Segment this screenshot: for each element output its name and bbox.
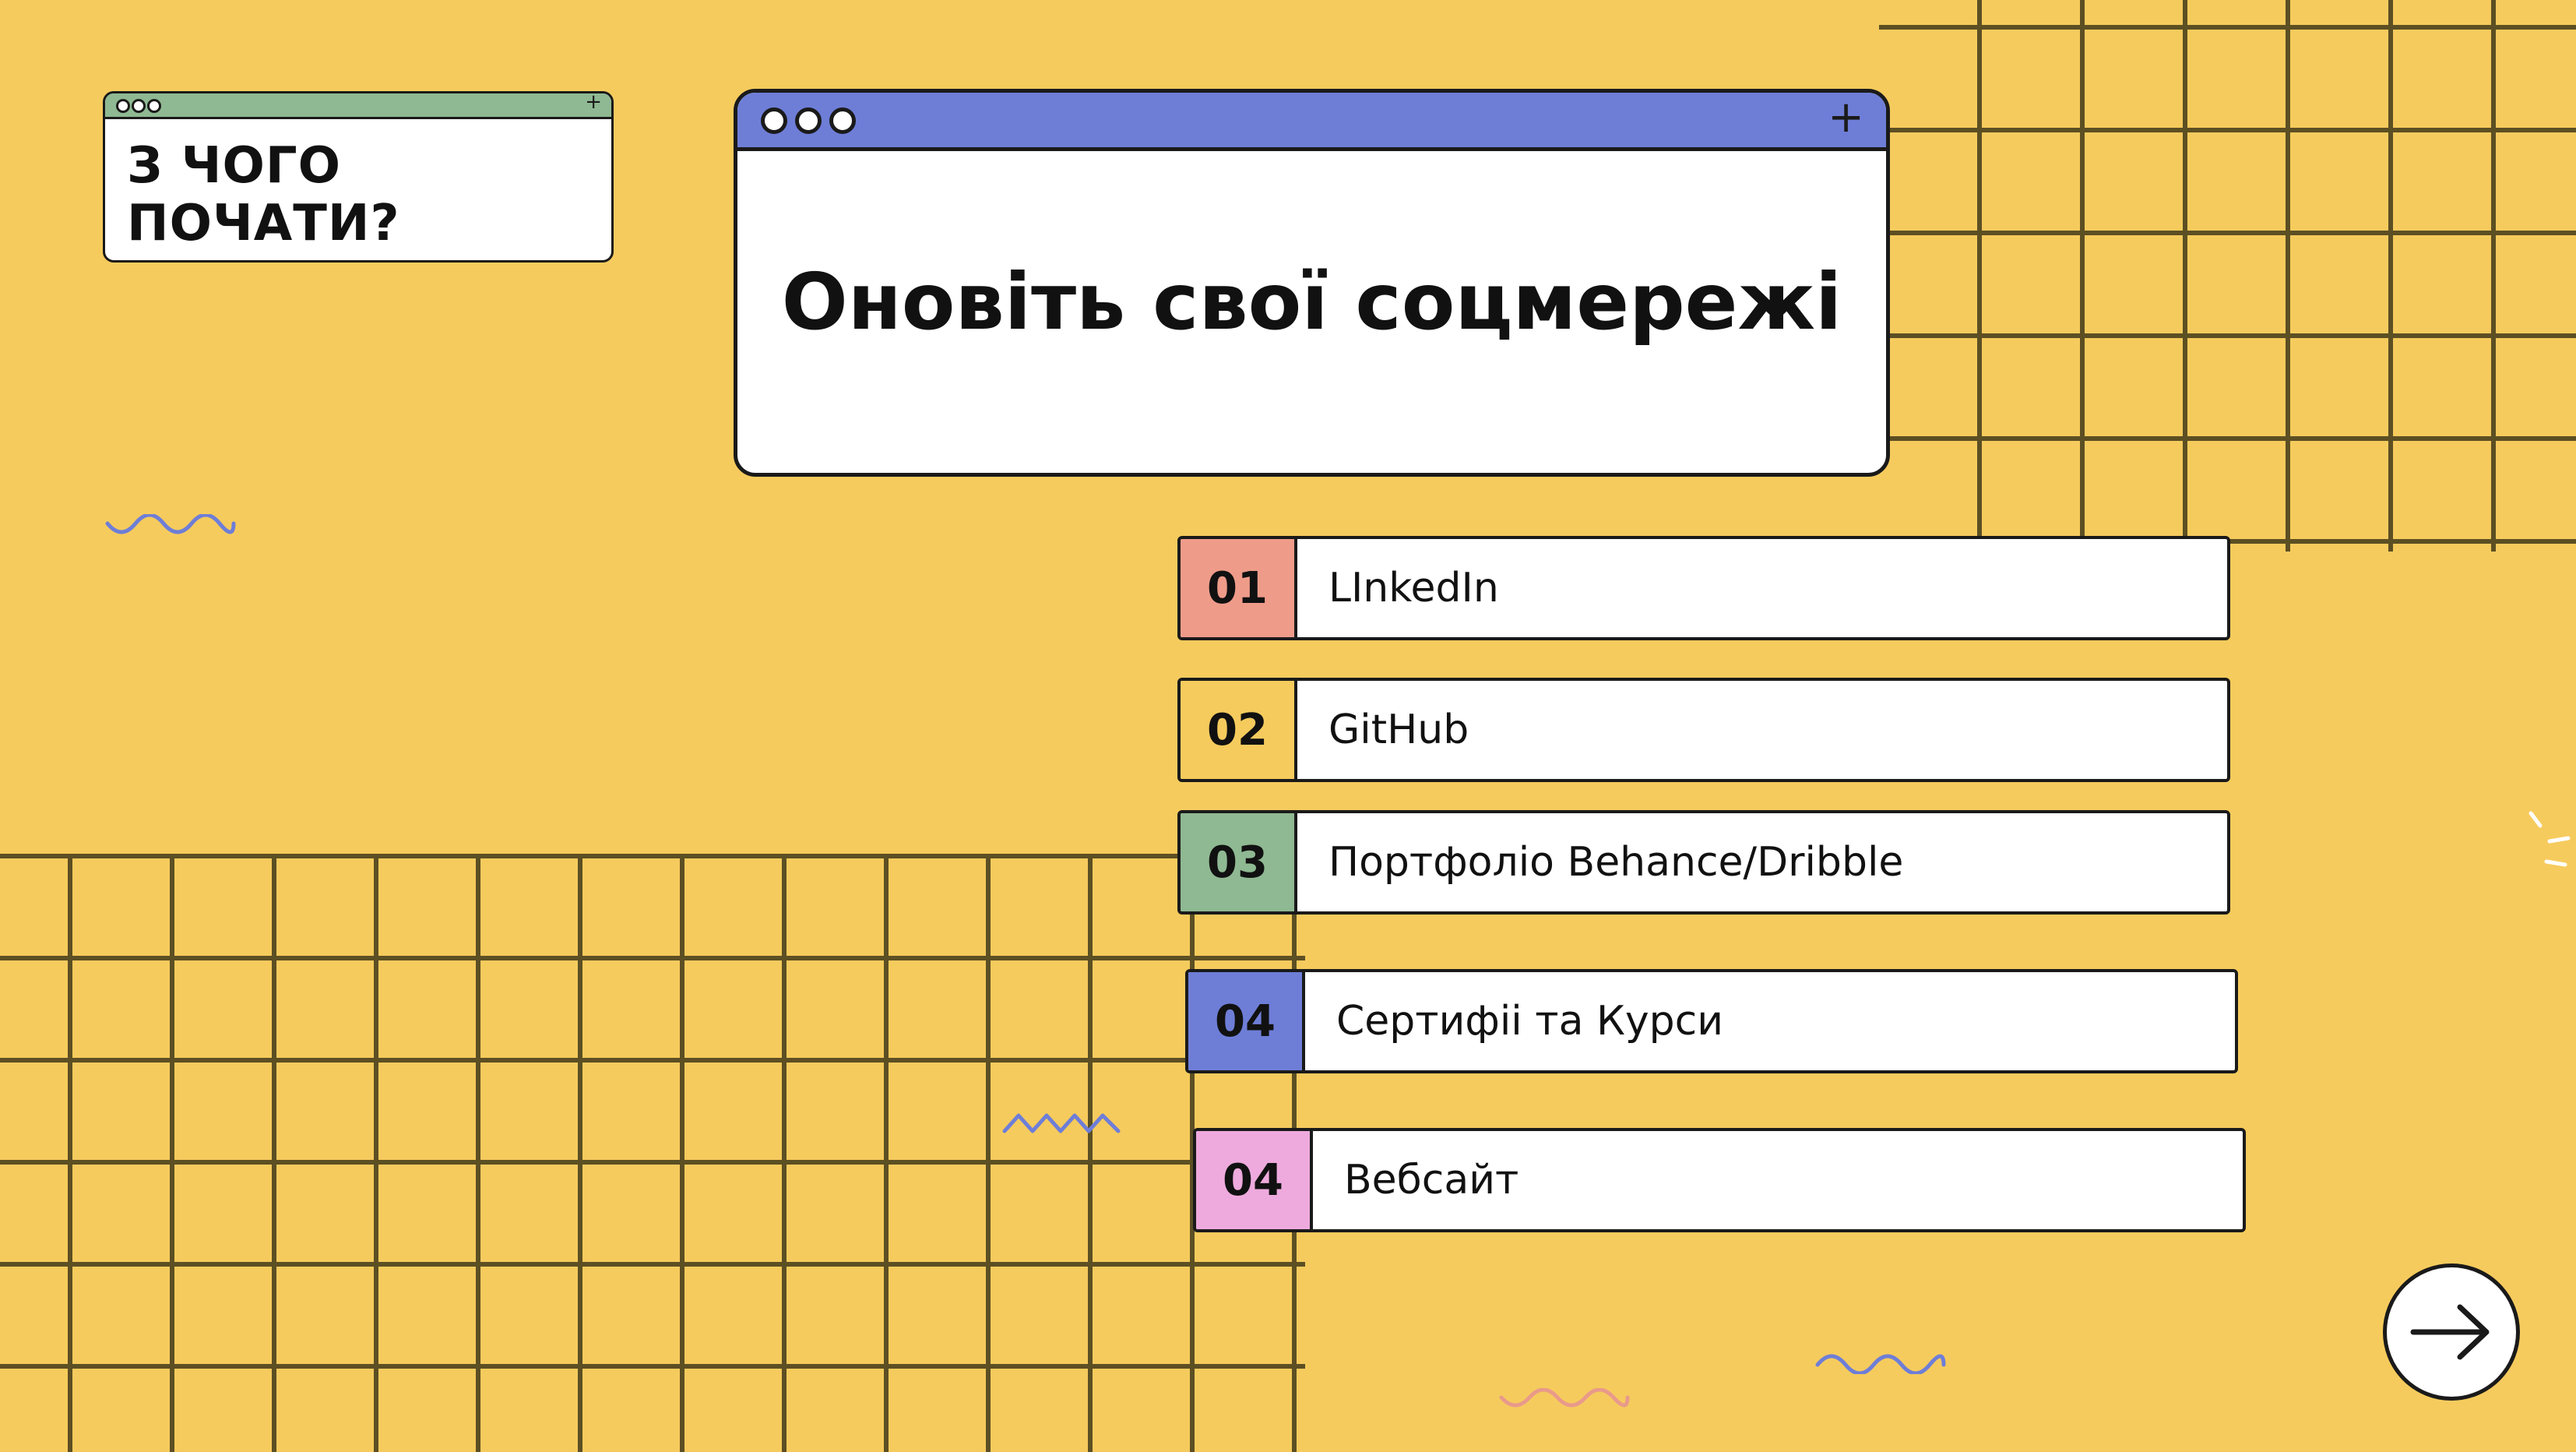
window-dot-icon [795, 107, 822, 134]
background-grid-top [1879, 0, 2576, 552]
list-item: 01 LInkedIn [1177, 536, 2230, 640]
list-item-label: Сертифіі та Курси [1336, 998, 1724, 1045]
plus-icon: + [1828, 92, 1864, 143]
list-item-number: 03 [1181, 813, 1297, 911]
window-dot-icon [132, 99, 146, 113]
window-dot-icon [829, 107, 856, 134]
list-item-number: 04 [1196, 1131, 1313, 1229]
list-item-label: LInkedIn [1328, 565, 1499, 611]
next-slide-button[interactable] [2383, 1263, 2520, 1401]
zigzag-decoration [1002, 1113, 1121, 1133]
slide-title: Оновіть свої соцмережі [781, 256, 1842, 347]
section-label: З ЧОГО ПОЧАТИ? [127, 137, 400, 252]
plus-icon: + [585, 91, 602, 114]
list-item-label: Портфоліо Behance/Dribble [1328, 839, 1904, 886]
list-item-label: GitHub [1328, 707, 1469, 753]
list-item-number: 02 [1181, 681, 1297, 779]
list-item-number: 01 [1181, 539, 1297, 637]
squiggle-decoration [105, 514, 236, 534]
section-label-window: + З ЧОГО ПОЧАТИ? [103, 91, 614, 263]
list-item-label: Вебсайт [1344, 1157, 1519, 1204]
list-item: 04 Вебсайт [1193, 1128, 2246, 1232]
squiggle-decoration [1499, 1388, 1630, 1408]
window-title-bar: + [737, 93, 1886, 151]
window-dot-icon [116, 99, 130, 113]
list-item: 02 GitHub [1177, 678, 2230, 782]
squiggle-decoration [1815, 1354, 1946, 1374]
window-dot-icon [147, 99, 161, 113]
slide-title-window: + Оновіть свої соцмережі [734, 89, 1890, 477]
window-title-bar: + [105, 93, 611, 119]
list-item: 04 Сертифіі та Курси [1185, 969, 2238, 1073]
sparkle-decoration [2528, 811, 2571, 867]
list-item: 03 Портфоліо Behance/Dribble [1177, 810, 2230, 915]
list-item-number: 04 [1188, 972, 1305, 1070]
window-dot-icon [761, 107, 787, 134]
arrow-right-icon [2410, 1304, 2490, 1360]
background-grid-bottom [0, 854, 1305, 1452]
